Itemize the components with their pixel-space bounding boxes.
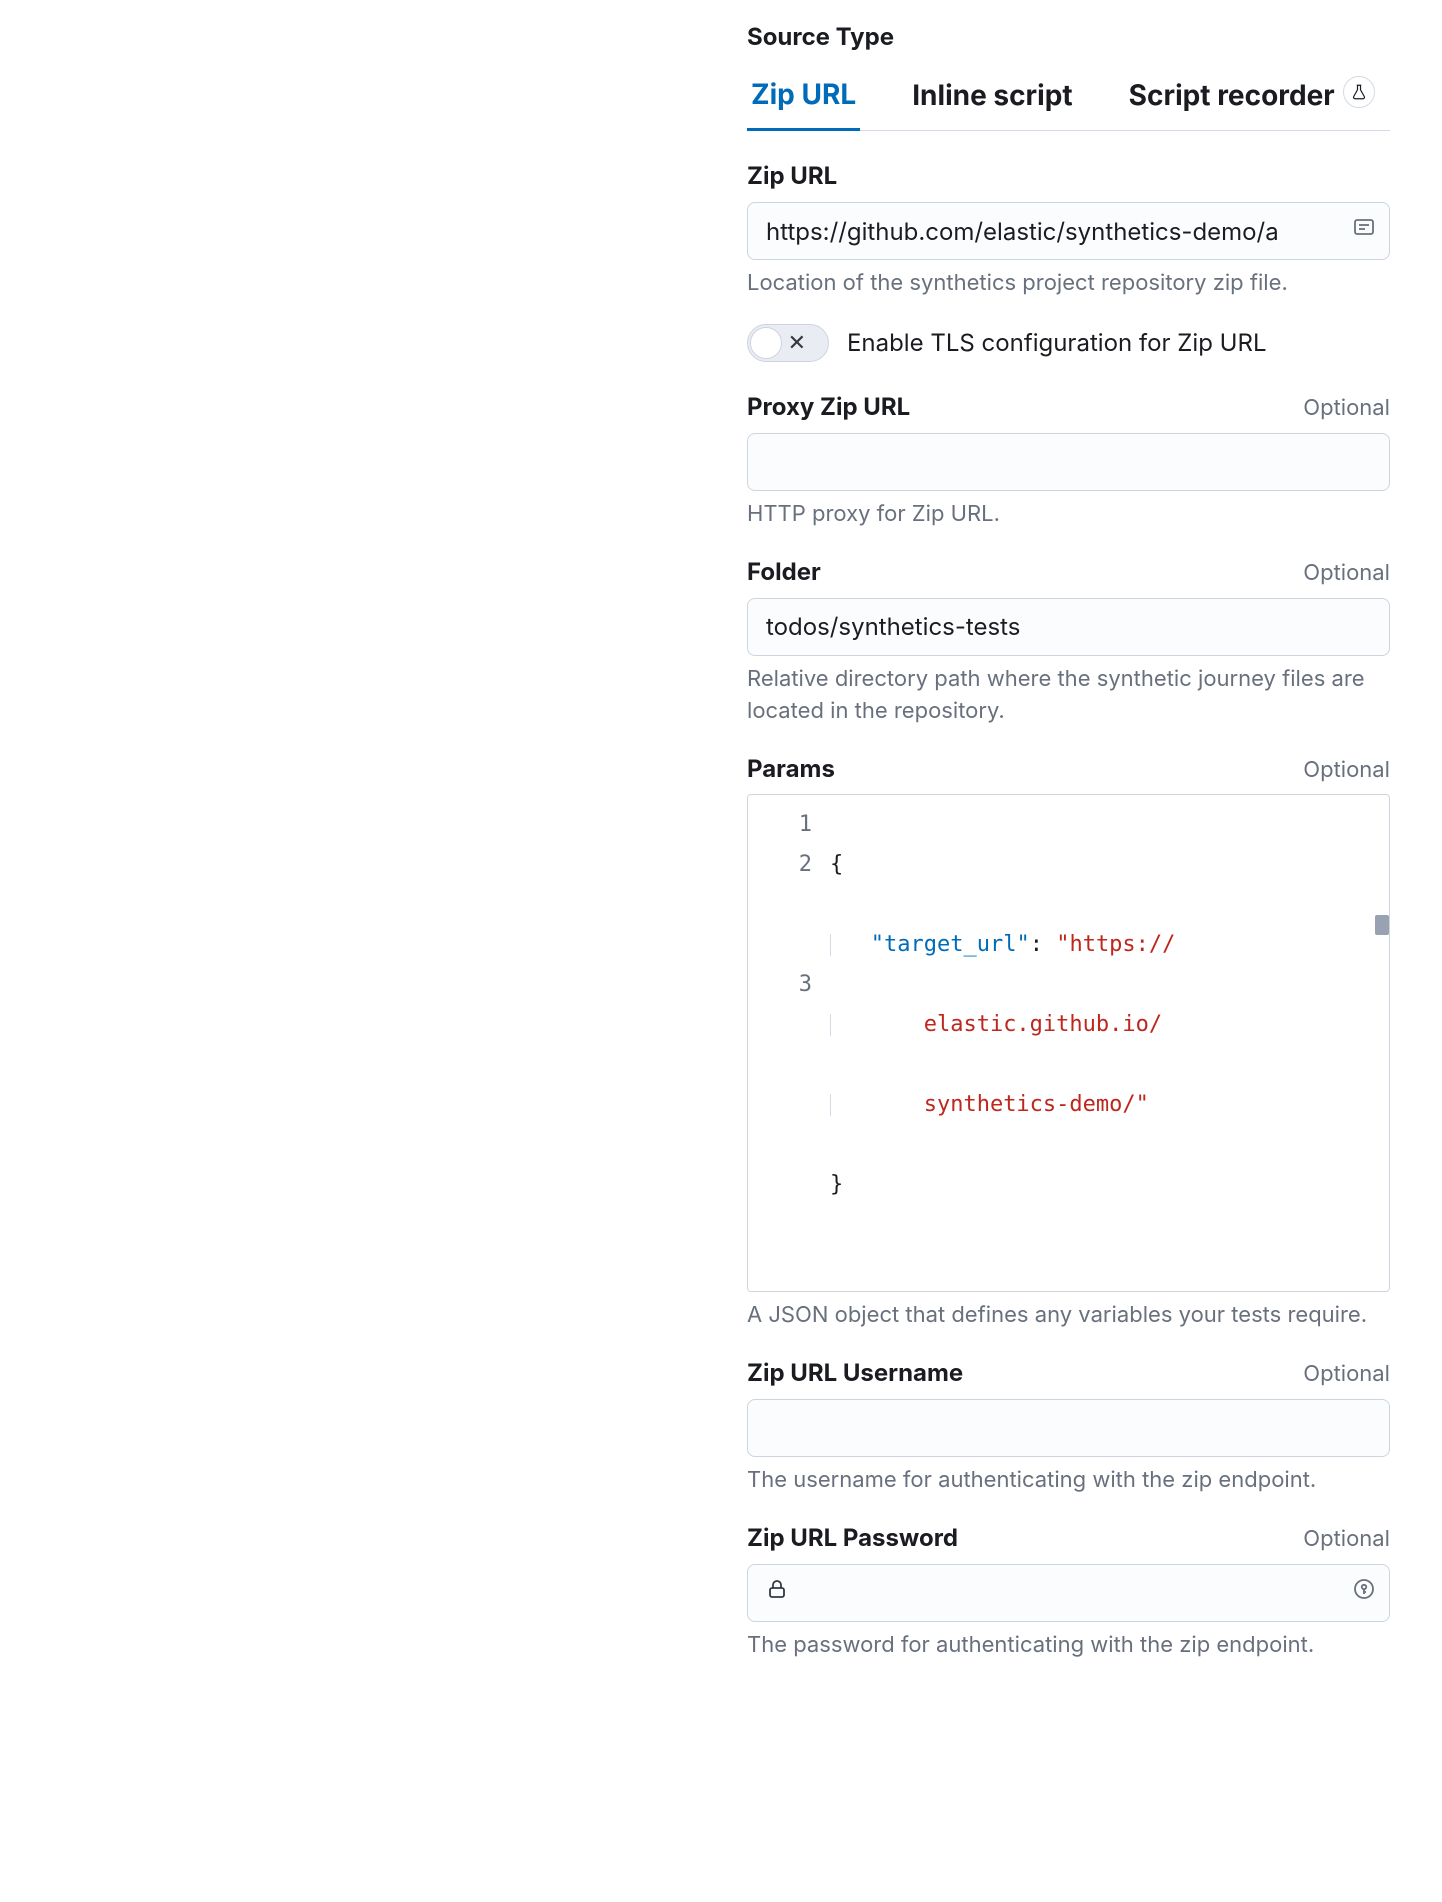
label-zip-url: Zip URL bbox=[747, 159, 837, 194]
help-zip-password: The password for authenticating with the… bbox=[747, 1630, 1390, 1662]
label-params: Params bbox=[747, 752, 835, 787]
code-token: "https:// bbox=[1056, 932, 1175, 957]
field-zip-password: Zip URL Password Optional The password f… bbox=[747, 1521, 1390, 1662]
folder-input[interactable] bbox=[747, 598, 1390, 656]
help-zip-url: Location of the synthetics project repos… bbox=[747, 268, 1390, 300]
label-folder: Folder bbox=[747, 555, 821, 590]
code-token: : bbox=[1030, 932, 1057, 957]
field-proxy-zip-url: Proxy Zip URL Optional HTTP proxy for Zi… bbox=[747, 390, 1390, 531]
optional-tag: Optional bbox=[1303, 755, 1390, 787]
tab-script-recorder[interactable]: Script recorder bbox=[1125, 75, 1379, 130]
field-params: Params Optional 1 2 3 { "target_url": "h… bbox=[747, 752, 1390, 1333]
field-zip-url: Zip URL Location of the synthetics proje… bbox=[747, 159, 1390, 300]
zip-url-input[interactable] bbox=[747, 202, 1390, 260]
code-token: "target_url" bbox=[871, 932, 1030, 957]
params-code-editor[interactable]: 1 2 3 { "target_url": "https:// elastic.… bbox=[747, 794, 1390, 1292]
beaker-icon bbox=[1343, 76, 1375, 108]
help-params: A JSON object that defines any variables… bbox=[747, 1300, 1390, 1332]
proxy-zip-url-input[interactable] bbox=[747, 433, 1390, 491]
line-number: 1 bbox=[748, 805, 812, 845]
lock-icon bbox=[765, 1577, 789, 1609]
optional-tag: Optional bbox=[1303, 558, 1390, 590]
form-icon bbox=[1352, 215, 1376, 247]
optional-tag: Optional bbox=[1303, 1359, 1390, 1391]
code-token: synthetics-demo/" bbox=[924, 1092, 1149, 1117]
label-zip-username: Zip URL Username bbox=[747, 1356, 963, 1391]
field-zip-username: Zip URL Username Optional The username f… bbox=[747, 1356, 1390, 1497]
scrollbar[interactable] bbox=[1367, 795, 1389, 1291]
tls-toggle[interactable]: ✕ bbox=[747, 324, 829, 362]
field-folder: Folder Optional Relative directory path … bbox=[747, 555, 1390, 728]
label-proxy-zip-url: Proxy Zip URL bbox=[747, 390, 910, 425]
zip-username-input[interactable] bbox=[747, 1399, 1390, 1457]
code-token: { bbox=[830, 852, 843, 877]
help-proxy-zip-url: HTTP proxy for Zip URL. bbox=[747, 499, 1390, 531]
source-type-form: Source Type Zip URL Inline script Script… bbox=[747, 20, 1390, 1686]
zip-password-input[interactable] bbox=[747, 1564, 1390, 1622]
label-zip-password: Zip URL Password bbox=[747, 1521, 958, 1556]
tab-zip-url[interactable]: Zip URL bbox=[747, 74, 860, 132]
source-type-tabs: Zip URL Inline script Script recorder bbox=[747, 73, 1390, 132]
help-folder: Relative directory path where the synthe… bbox=[747, 664, 1390, 728]
help-zip-username: The username for authenticating with the… bbox=[747, 1465, 1390, 1497]
tab-script-recorder-label: Script recorder bbox=[1129, 75, 1335, 116]
optional-tag: Optional bbox=[1303, 1524, 1390, 1556]
code-body[interactable]: { "target_url": "https:// elastic.github… bbox=[826, 795, 1389, 1291]
tls-toggle-label: Enable TLS configuration for Zip URL bbox=[847, 326, 1267, 361]
code-token: elastic.github.io/ bbox=[924, 1012, 1162, 1037]
section-heading-source-type: Source Type bbox=[747, 20, 1390, 55]
key-icon[interactable] bbox=[1352, 1577, 1376, 1609]
toggle-thumb bbox=[750, 327, 782, 359]
line-number: 2 bbox=[748, 845, 812, 885]
line-number: 3 bbox=[748, 965, 812, 1005]
tab-inline-script[interactable]: Inline script bbox=[908, 75, 1076, 130]
code-gutter: 1 2 3 bbox=[748, 795, 826, 1291]
code-token: } bbox=[830, 1172, 843, 1197]
tls-toggle-row: ✕ Enable TLS configuration for Zip URL bbox=[747, 324, 1390, 362]
optional-tag: Optional bbox=[1303, 393, 1390, 425]
close-icon: ✕ bbox=[788, 332, 806, 354]
